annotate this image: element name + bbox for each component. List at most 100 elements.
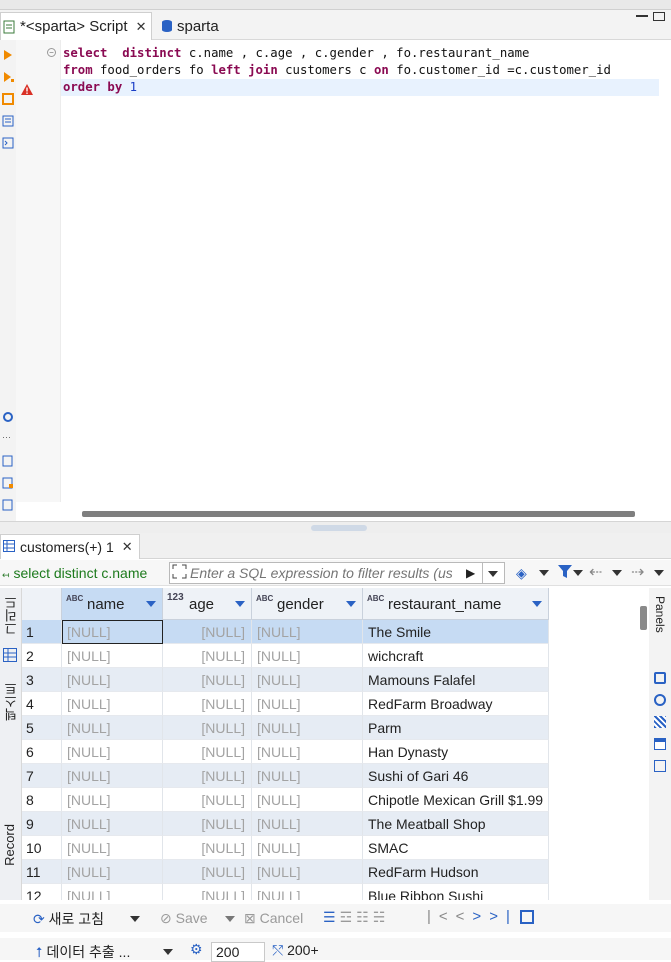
column-header-age[interactable]: 123 age (163, 588, 252, 620)
close-icon[interactable]: ✕ (122, 539, 133, 555)
minimize-icon[interactable] (636, 15, 648, 17)
execute-script-icon[interactable] (2, 70, 14, 82)
grid-vertical-scrollbar[interactable] (640, 606, 647, 630)
explain-icon[interactable] (2, 92, 14, 105)
table-cell[interactable]: [NULL] (163, 620, 252, 644)
document-icon[interactable] (2, 498, 14, 511)
table-row[interactable]: 3 [NULL] [NULL] [NULL] Mamouns Falafel (22, 668, 549, 692)
row-number[interactable]: 11 (22, 860, 62, 884)
history-dropdown-icon[interactable] (488, 571, 498, 577)
fetch-size-input[interactable]: 200 (211, 942, 265, 962)
table-row[interactable]: 4 [NULL] [NULL] [NULL] RedFarm Broadway (22, 692, 549, 716)
editor-horizontal-scrollbar[interactable] (82, 511, 635, 517)
refresh-button[interactable]: ⟳ 새로 고침 (33, 909, 104, 929)
sort-dropdown-icon[interactable] (235, 601, 245, 607)
table-row[interactable]: 6 [NULL] [NULL] [NULL] Han Dynasty (22, 740, 549, 764)
expand-icon[interactable] (172, 564, 187, 579)
tab-script[interactable]: *<sparta> Script ✕ (0, 12, 152, 40)
refresh-dropdown-icon[interactable] (130, 916, 140, 922)
row-number[interactable]: 6 (22, 740, 62, 764)
row-number[interactable]: 7 (22, 764, 62, 788)
table-cell[interactable]: [NULL] (62, 788, 163, 812)
table-row[interactable]: 10 [NULL] [NULL] [NULL] SMAC (22, 836, 549, 860)
table-cell[interactable]: [NULL] (163, 668, 252, 692)
play-icon[interactable]: ▶ (466, 566, 475, 580)
eraser-icon[interactable]: ◈ (516, 565, 527, 582)
table-cell[interactable]: wichcraft (363, 644, 549, 668)
table-cell[interactable]: [NULL] (62, 668, 163, 692)
row-count[interactable]: ⤲ 200+ (272, 942, 319, 959)
table-cell[interactable]: [NULL] (252, 788, 363, 812)
copy-row-icon[interactable]: ☷ (356, 909, 373, 925)
table-cell[interactable]: Han Dynasty (363, 740, 549, 764)
import-icon[interactable] (2, 476, 14, 489)
close-icon[interactable]: ✕ (136, 19, 147, 35)
tab-sparta[interactable]: sparta (158, 12, 238, 40)
filter-field[interactable]: ▶ (169, 562, 505, 584)
table-row[interactable]: 12 [NULL] [NULL] [NULL] Blue Ribbon Sushi (22, 884, 549, 900)
layout-icon[interactable] (654, 760, 666, 772)
row-number[interactable]: 3 (22, 668, 62, 692)
table-cell[interactable]: [NULL] (62, 740, 163, 764)
row-number[interactable]: 10 (22, 836, 62, 860)
tab-results[interactable]: customers(+) 1 ✕ (0, 534, 140, 559)
table-cell[interactable]: [NULL] (252, 884, 363, 900)
sort-dropdown-icon[interactable] (346, 601, 356, 607)
table-cell[interactable]: [NULL] (252, 740, 363, 764)
metadata-icon[interactable] (654, 694, 666, 706)
table-cell[interactable]: [NULL] (252, 860, 363, 884)
fold-icon[interactable]: − (47, 48, 56, 57)
table-cell[interactable]: [NULL] (62, 884, 163, 900)
table-cell[interactable]: [NULL] (62, 716, 163, 740)
table-cell[interactable]: [NULL] (252, 644, 363, 668)
table-cell[interactable]: RedFarm Hudson (363, 860, 549, 884)
edit-actions[interactable]: ☰☲☷☵ (323, 909, 389, 926)
properties-icon[interactable] (654, 672, 666, 684)
table-row[interactable]: 5 [NULL] [NULL] [NULL] Parm (22, 716, 549, 740)
sort-dropdown-icon[interactable] (146, 601, 156, 607)
delete-row-icon[interactable]: ☵ (373, 909, 390, 925)
export-data-button[interactable]: ⭡ 데이터 추출 ... (36, 942, 130, 962)
table-cell[interactable]: Blue Ribbon Sushi (363, 884, 549, 900)
table-cell[interactable]: [NULL] (163, 860, 252, 884)
table-cell[interactable]: [NULL] (163, 884, 252, 900)
row-number[interactable]: 12 (22, 884, 62, 900)
table-cell[interactable]: [NULL] (252, 836, 363, 860)
table-cell[interactable]: [NULL] (62, 812, 163, 836)
table-cell[interactable]: RedFarm Broadway (363, 692, 549, 716)
table-cell[interactable]: The Smile (363, 620, 549, 644)
table-cell[interactable]: Parm (363, 716, 549, 740)
back-arrow-icon[interactable]: ⇠ (589, 562, 602, 582)
view-record-tab[interactable]: Record (2, 824, 17, 866)
settings-icon[interactable] (2, 410, 14, 422)
view-grid-tab[interactable]: 그리드 (2, 596, 21, 635)
table-cell[interactable]: Mamouns Falafel (363, 668, 549, 692)
table-cell[interactable]: [NULL] (62, 764, 163, 788)
table-cell[interactable]: [NULL] (252, 764, 363, 788)
table-cell[interactable]: [NULL] (163, 764, 252, 788)
table-cell[interactable]: [NULL] (163, 788, 252, 812)
format-icon[interactable] (2, 114, 14, 127)
forward-arrow-icon[interactable]: ⇢ (631, 562, 644, 582)
maximize-icon[interactable] (653, 12, 665, 21)
execute-icon[interactable] (2, 48, 14, 60)
table-row[interactable]: 8 [NULL] [NULL] [NULL] Chipotle Mexican Gril… (22, 788, 549, 812)
filter-icon[interactable] (558, 564, 572, 582)
row-number[interactable]: 9 (22, 812, 62, 836)
add-row-icon[interactable]: ☲ (340, 909, 357, 925)
table-cell[interactable]: [NULL] (252, 692, 363, 716)
next-page-icon[interactable]: > (472, 908, 489, 925)
table-cell[interactable]: Sushi of Gari 46 (363, 764, 549, 788)
row-number[interactable]: 1 (22, 620, 62, 644)
table-cell[interactable]: [NULL] (163, 836, 252, 860)
row-number[interactable]: 5 (22, 716, 62, 740)
filter-input[interactable] (190, 565, 452, 581)
previous-page-icon[interactable]: < (456, 908, 473, 925)
table-cell[interactable]: Chipotle Mexican Grill $1.99 (363, 788, 549, 812)
table-cell[interactable]: [NULL] (252, 716, 363, 740)
column-header-restaurant-name[interactable]: ABC restaurant_name (363, 588, 549, 620)
row-number[interactable]: 8 (22, 788, 62, 812)
table-cell[interactable]: [NULL] (62, 644, 163, 668)
editor-results-splitter[interactable] (0, 521, 671, 533)
fit-icon[interactable] (520, 910, 534, 924)
